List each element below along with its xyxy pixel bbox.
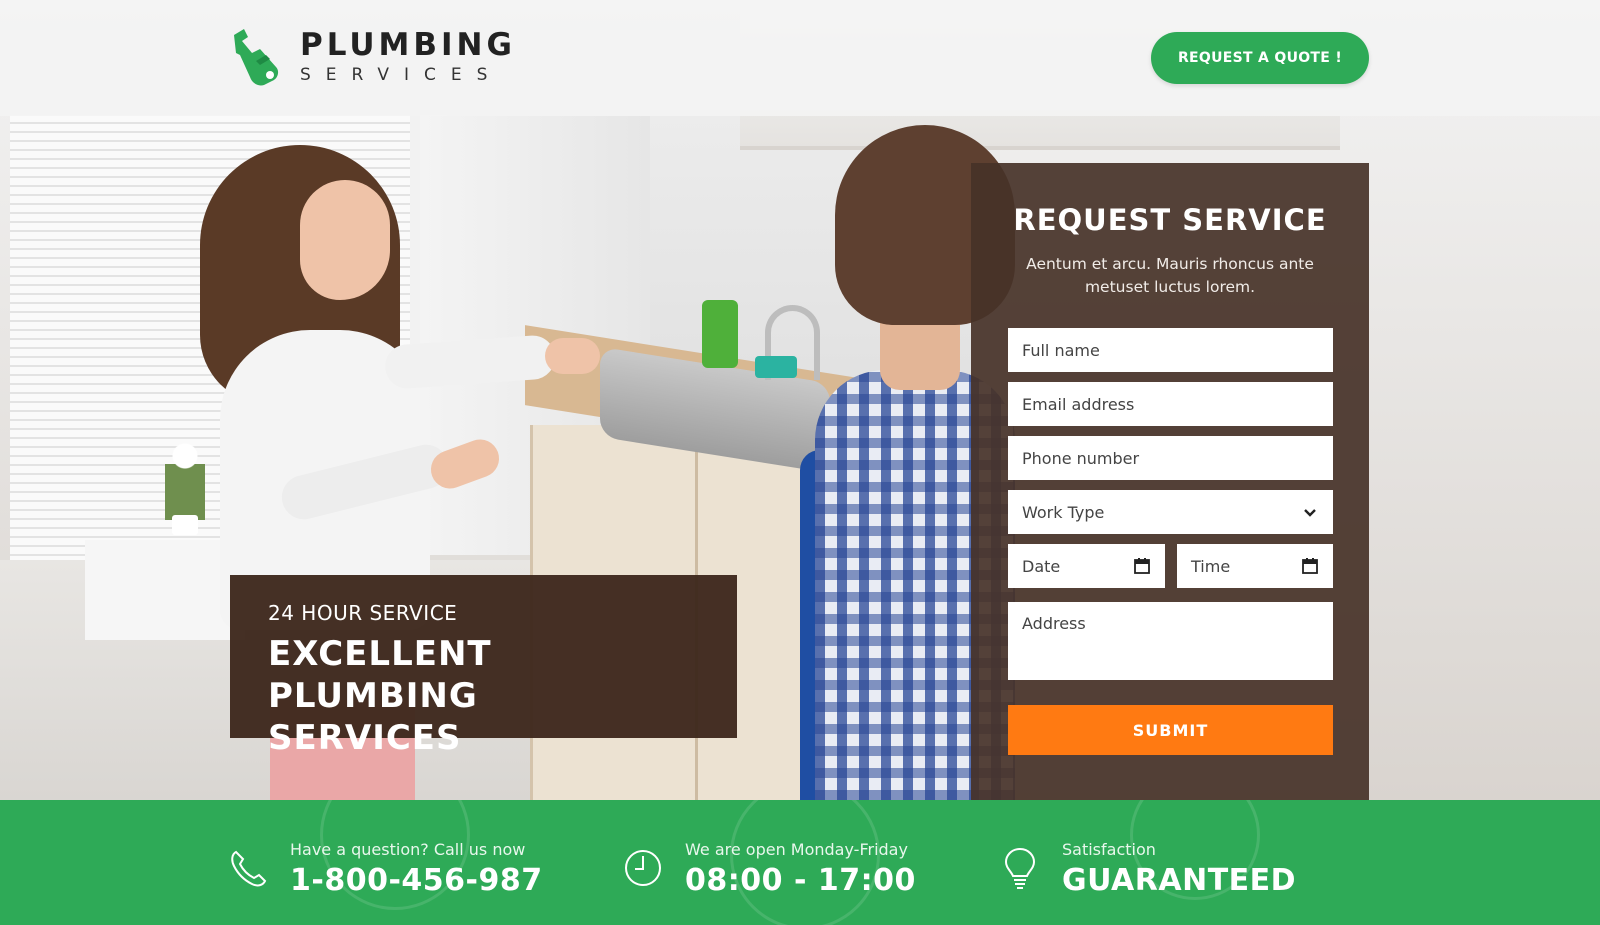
hero-headline: EXCELLENT PLUMBING SERVICES — [268, 633, 699, 759]
phone-input[interactable] — [1008, 436, 1333, 480]
info-guarantee: Satisfaction GUARANTEED — [1000, 840, 1296, 898]
full-name-input[interactable] — [1008, 328, 1333, 372]
date-label: Date — [1022, 556, 1061, 576]
info-label: Satisfaction — [1062, 840, 1156, 859]
site-header: PLUMBING SERVICES REQUEST A QUOTE ! — [0, 0, 1600, 116]
date-input[interactable]: Date — [1008, 544, 1165, 588]
calendar-icon[interactable] — [1133, 557, 1151, 575]
form-description: Aentum et arcu. Mauris rhoncus ante metu… — [1026, 255, 1314, 296]
hero-kicker: 24 HOUR SERVICE — [268, 601, 458, 625]
calendar-icon[interactable] — [1301, 557, 1319, 575]
logo[interactable]: PLUMBING SERVICES — [226, 25, 516, 89]
info-label: Have a question? Call us now — [290, 840, 526, 859]
lightbulb-icon — [1004, 847, 1036, 889]
phone-number[interactable]: 1-800-456-987 — [290, 863, 543, 898]
time-label: Time — [1191, 556, 1231, 576]
work-type-label: Work Type — [1022, 502, 1105, 522]
hero-caption: 24 HOUR SERVICE EXCELLENT PLUMBING SERVI… — [230, 575, 737, 758]
flower-plant — [165, 440, 205, 520]
opening-hours: 08:00 - 17:00 — [685, 863, 916, 898]
request-quote-button[interactable]: REQUEST A QUOTE ! — [1151, 32, 1369, 84]
info-phone: Have a question? Call us now 1-800-456-9… — [228, 840, 543, 898]
hero-headline-line2: SERVICES — [268, 718, 462, 758]
time-input[interactable]: Time — [1177, 544, 1333, 588]
request-service-form: REQUEST SERVICE Aentum et arcu. Mauris r… — [971, 163, 1369, 800]
email-input[interactable] — [1008, 382, 1333, 426]
chevron-down-icon — [1304, 509, 1316, 517]
hero-headline-line1: EXCELLENT PLUMBING — [268, 634, 492, 716]
logo-title: PLUMBING — [300, 27, 516, 63]
guarantee-text: GUARANTEED — [1062, 863, 1297, 898]
form-title: REQUEST SERVICE — [1013, 203, 1327, 237]
submit-button[interactable]: SUBMIT — [1008, 705, 1333, 755]
phone-icon — [231, 850, 267, 887]
info-bar: Have a question? Call us now 1-800-456-9… — [0, 800, 1600, 925]
work-type-select[interactable]: Work Type — [1008, 490, 1333, 534]
clock-icon — [625, 850, 661, 886]
info-hours: We are open Monday-Friday 08:00 - 17:00 — [623, 840, 916, 898]
wrench-hand-icon — [234, 29, 279, 86]
info-label: We are open Monday-Friday — [685, 840, 908, 859]
logo-subtitle: SERVICES — [300, 65, 503, 85]
address-textarea[interactable] — [1008, 602, 1333, 680]
